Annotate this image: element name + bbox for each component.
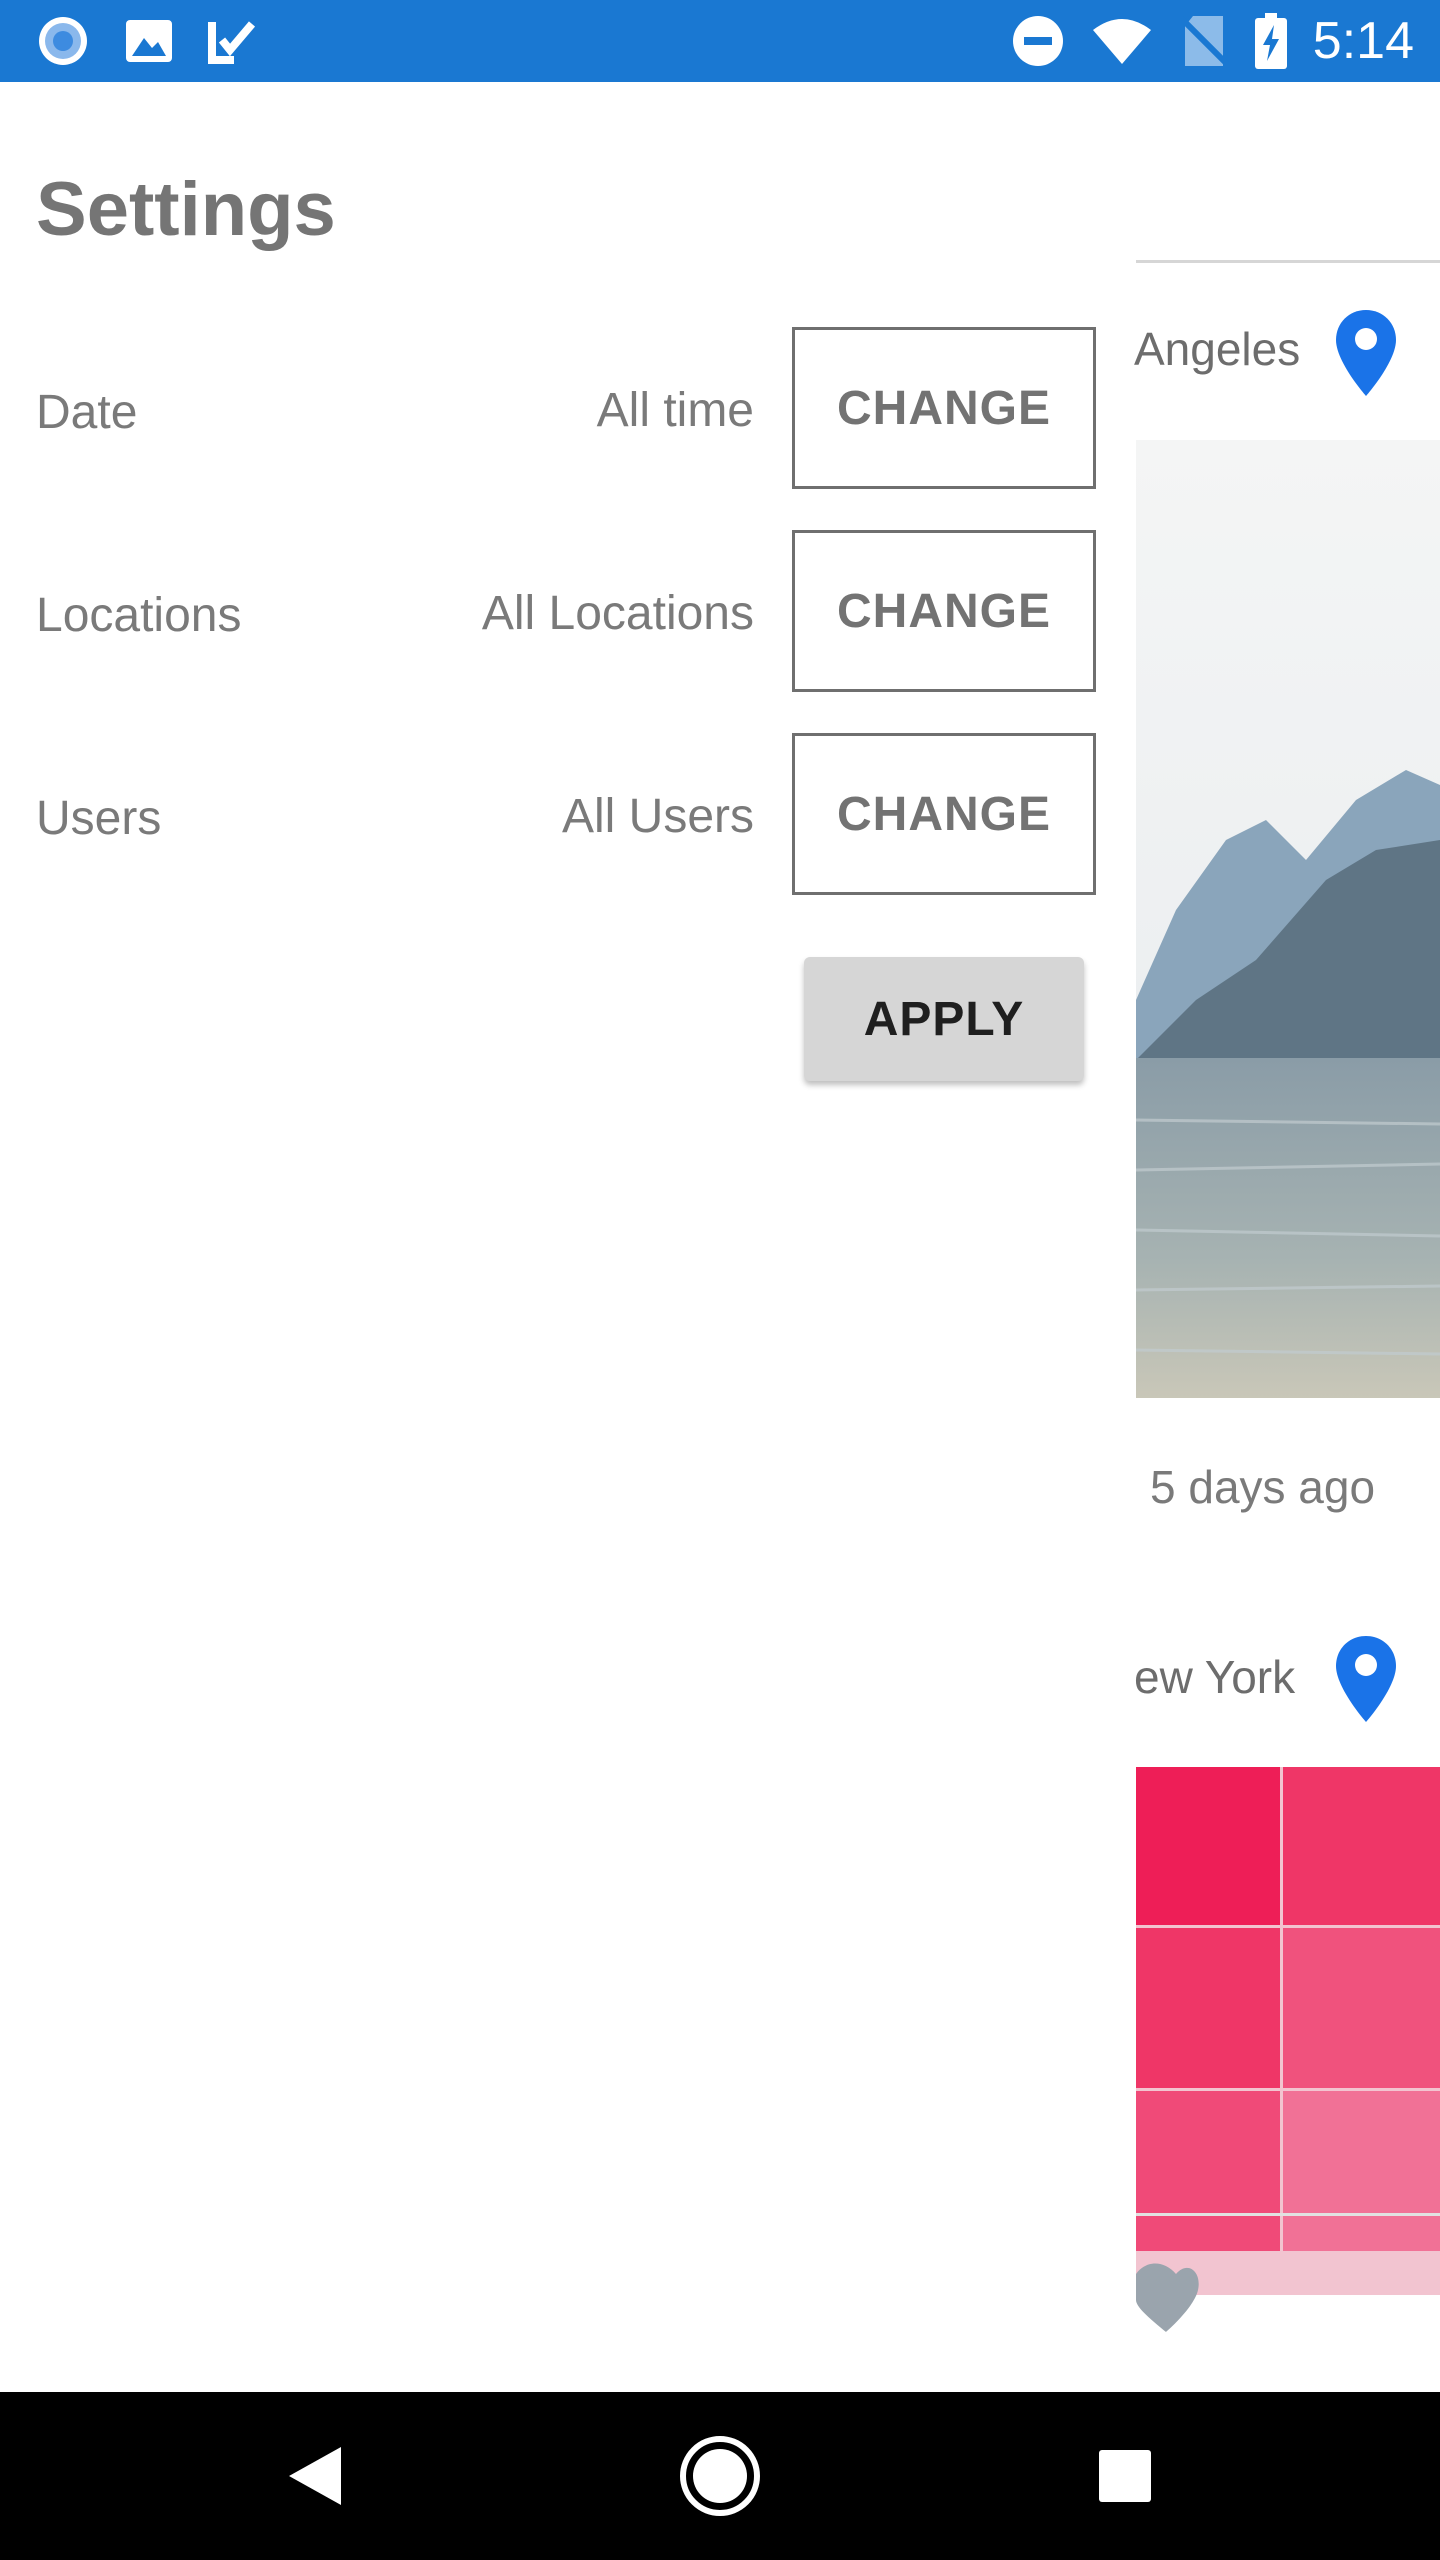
tile: [1136, 2091, 1280, 2251]
status-bar: 5:14: [0, 0, 1440, 82]
task-check-icon: [208, 21, 256, 64]
status-bar-left: [36, 16, 258, 66]
tile: [1136, 1767, 1280, 1925]
filter-value: All Locations: [481, 587, 754, 640]
post-timestamp: 5 days ago: [1150, 1461, 1376, 1513]
heart-icon[interactable]: [1136, 2260, 1202, 2338]
wifi-icon: [1092, 19, 1151, 64]
location-pin-icon[interactable]: [1334, 308, 1398, 398]
no-sim-icon: [1178, 15, 1229, 67]
change-date-button[interactable]: CHANGE: [792, 327, 1096, 489]
battery-charging-icon: [1254, 13, 1287, 69]
filter-value: All time: [596, 384, 754, 437]
feed-divider: [1136, 2213, 1440, 2216]
tile: [1283, 1767, 1440, 1925]
back-icon: [289, 2447, 341, 2505]
settings-drawer: Settings Date All time CHANGE Locations …: [0, 82, 1134, 2392]
record-icon: [39, 17, 87, 65]
image-icon: [126, 20, 172, 62]
recents-button[interactable]: [1060, 2392, 1190, 2560]
apply-button[interactable]: APPLY: [804, 957, 1084, 1081]
filter-label: Users: [36, 792, 162, 845]
post-location[interactable]: ew York: [1134, 1650, 1295, 1704]
change-locations-button[interactable]: CHANGE: [792, 530, 1096, 692]
filter-label: Locations: [36, 589, 242, 642]
tile: [1283, 2091, 1440, 2251]
home-icon: [680, 2436, 760, 2516]
filter-label: Date: [36, 386, 138, 439]
mountain-lake-photo[interactable]: [1136, 440, 1440, 1398]
drawer-title: Settings: [36, 167, 336, 252]
recents-icon: [1099, 2450, 1151, 2502]
status-bar-right: 5:14: [1011, 12, 1414, 70]
tile: [1283, 1928, 1440, 2088]
post-location[interactable]: Angeles: [1134, 322, 1300, 376]
change-users-button[interactable]: CHANGE: [792, 733, 1096, 895]
filter-row-users: Users All Users CHANGE: [0, 733, 1134, 901]
location-pin-icon[interactable]: [1334, 1634, 1398, 1724]
filter-row-locations: Locations All Locations CHANGE: [0, 530, 1134, 698]
filter-value: All Users: [561, 790, 754, 843]
navigation-bar: [0, 2392, 1440, 2560]
filter-row-date: Date All time CHANGE: [0, 327, 1134, 495]
do-not-disturb-icon: [1012, 16, 1063, 66]
home-button[interactable]: [655, 2392, 785, 2560]
feed-divider: [1136, 260, 1440, 263]
tile: [1136, 1928, 1280, 2088]
back-button[interactable]: [250, 2392, 380, 2560]
status-time: 5:14: [1312, 12, 1414, 70]
